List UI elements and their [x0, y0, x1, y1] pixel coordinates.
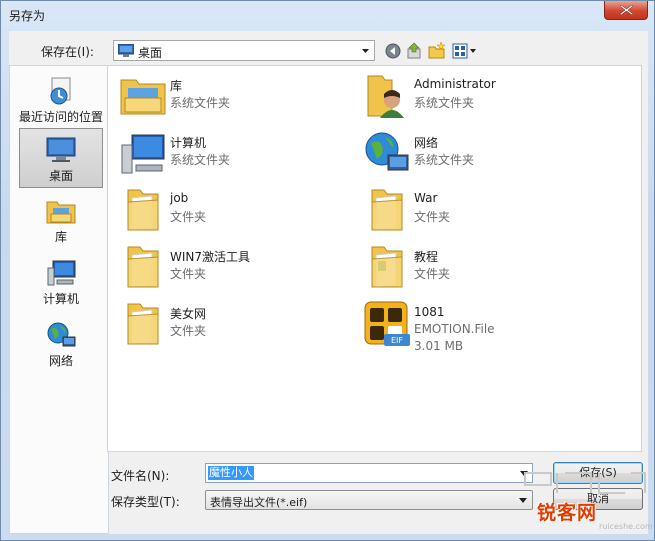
- file-name: 网络: [414, 136, 439, 150]
- list-item[interactable]: Administrator 系统文件夹: [358, 70, 598, 120]
- list-item[interactable]: 美女网 文件夹: [114, 298, 354, 348]
- libraries-icon: [46, 201, 76, 224]
- file-name: Administrator: [414, 77, 496, 91]
- recent-places-icon: [50, 77, 71, 105]
- place-label: 桌面: [48, 169, 73, 183]
- list-item[interactable]: WIN7激活工具 文件夹: [114, 241, 354, 291]
- file-name: 美女网: [170, 307, 207, 321]
- list-item[interactable]: 网络 系统文件夹: [358, 127, 598, 177]
- folder-icon: [371, 246, 403, 288]
- filename-input[interactable]: 魔性小人: [205, 463, 533, 483]
- filetype-select[interactable]: 表情导出文件(*.eif): [205, 490, 533, 510]
- close-icon: [620, 5, 633, 15]
- list-item[interactable]: War 文件夹: [358, 184, 598, 234]
- file-name: War: [414, 191, 438, 205]
- file-type: EMOTION.File: [414, 322, 495, 336]
- list-item[interactable]: EIF 1081 EMOTION.File 3.01 MB: [358, 298, 598, 362]
- close-button[interactable]: [604, 1, 648, 20]
- file-type: 系统文件夹: [170, 96, 231, 110]
- computer-icon: [121, 134, 165, 174]
- place-recent[interactable]: 最近访问的位置: [19, 70, 103, 130]
- filetype-value: 表情导出文件(*.eif): [210, 496, 308, 509]
- watermark-text: 锐客网: [537, 502, 598, 524]
- save-in-combobox[interactable]: 桌面: [113, 40, 375, 61]
- save-in-value: 桌面: [138, 46, 163, 60]
- places-bar: 最近访问的位置 桌面 库 计算机 网络: [9, 65, 109, 534]
- dialog-client: 保存在(I): 桌面 最近访问的位置 桌面 库 计算机 网络 库 系统文件夹 A…: [9, 31, 648, 534]
- place-label: 网络: [48, 354, 73, 368]
- list-item[interactable]: job 文件夹: [114, 184, 354, 234]
- list-item[interactable]: 计算机 系统文件夹: [114, 127, 354, 177]
- place-label: 计算机: [42, 292, 79, 306]
- file-type: 文件夹: [170, 210, 207, 224]
- svg-text:EIF: EIF: [391, 336, 403, 345]
- file-type: 文件夹: [414, 210, 451, 224]
- up-folder-icon[interactable]: [405, 41, 425, 61]
- place-computer[interactable]: 计算机: [19, 252, 103, 312]
- filename-value: 魔性小人: [208, 466, 254, 480]
- watermark-subtext: ruiceshe.com: [599, 522, 653, 531]
- folder-icon: [371, 189, 403, 231]
- filetype-label: 保存类型(T):: [111, 495, 180, 509]
- file-name: 库: [170, 79, 183, 93]
- new-folder-icon[interactable]: [427, 41, 447, 61]
- place-desktop[interactable]: 桌面: [19, 128, 103, 188]
- place-network[interactable]: 网络: [19, 314, 103, 374]
- back-icon[interactable]: [383, 41, 403, 61]
- folder-icon: [127, 189, 159, 231]
- file-name: 1081: [414, 305, 445, 319]
- file-type: 系统文件夹: [414, 153, 475, 167]
- file-type: 系统文件夹: [414, 96, 475, 110]
- place-label: 库: [54, 230, 67, 244]
- file-list: 库 系统文件夹 Administrator 系统文件夹 计算机 系统文件夹 网络…: [107, 65, 642, 452]
- folder-icon: [127, 303, 159, 345]
- file-name: 教程: [414, 250, 439, 264]
- qq-emotion-file-icon: EIF: [364, 301, 410, 346]
- file-name: 计算机: [170, 136, 207, 150]
- file-type: 文件夹: [170, 267, 207, 281]
- file-type: 系统文件夹: [170, 153, 231, 167]
- view-menu-icon[interactable]: [451, 41, 479, 61]
- list-item[interactable]: 库 系统文件夹: [114, 70, 354, 120]
- save-in-label: 保存在(I):: [41, 45, 94, 59]
- place-libraries[interactable]: 库: [19, 190, 103, 250]
- network-icon: [47, 322, 76, 347]
- save-as-dialog: 另存为 保存在(I): 桌面 最近访问的位置 桌面 库 计算机 网络 库 系统文…: [0, 0, 655, 541]
- file-name: WIN7激活工具: [170, 250, 251, 264]
- chevron-down-icon[interactable]: [357, 41, 374, 60]
- folder-icon: [127, 246, 159, 288]
- computer-icon: [47, 260, 76, 286]
- place-label: 最近访问的位置: [19, 110, 104, 124]
- desktop-icon: [46, 137, 76, 162]
- libraries-icon: [120, 79, 166, 115]
- file-size: 3.01 MB: [414, 339, 464, 353]
- file-name: job: [170, 191, 189, 205]
- window-title: 另存为: [9, 9, 46, 23]
- list-item[interactable]: 教程 文件夹: [358, 241, 598, 291]
- user-folder-icon: [367, 75, 404, 118]
- filename-label: 文件名(N):: [111, 469, 170, 483]
- network-icon: [365, 132, 409, 171]
- desktop-icon: [118, 44, 134, 57]
- title-bar[interactable]: 另存为: [1, 1, 654, 29]
- file-type: 文件夹: [170, 324, 207, 338]
- file-type: 文件夹: [414, 267, 451, 281]
